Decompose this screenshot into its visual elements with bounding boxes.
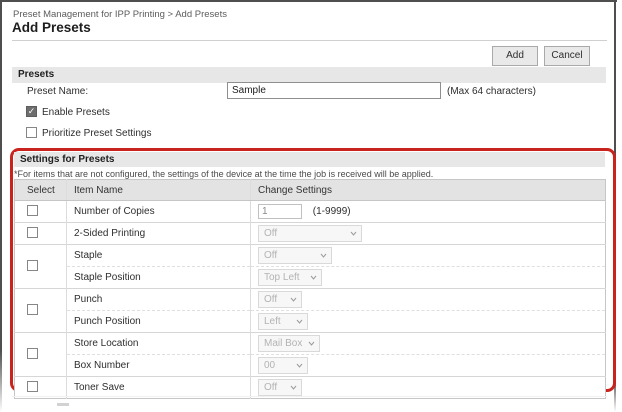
chevron-down-icon (296, 363, 303, 368)
settings-section-header: Settings for Presets (14, 152, 605, 167)
table-row: 2-Sided Printing Off (15, 223, 606, 245)
table-row: Punch Off (15, 289, 606, 311)
item-name-cell: Punch (67, 289, 251, 311)
title-divider (12, 40, 607, 41)
chevron-down-icon (350, 231, 357, 236)
staple-select[interactable]: Off (258, 247, 332, 264)
copies-range-hint: (1-9999) (313, 206, 351, 217)
two-sided-printing-select[interactable]: Off (258, 225, 362, 242)
item-name-cell: 2-Sided Printing (67, 223, 251, 245)
settings-table: Select Item Name Change Settings Number … (14, 179, 606, 399)
next-section-cutoff-fragment (57, 403, 69, 406)
table-row: Number of Copies (1-9999) (15, 201, 606, 223)
item-name-cell: Store Location (67, 333, 251, 355)
table-row: Staple Position Top Left (15, 267, 606, 289)
table-row: Box Number 00 (15, 355, 606, 377)
column-header-item-name: Item Name (67, 180, 251, 201)
preset-name-input[interactable] (227, 82, 441, 99)
chevron-down-icon (310, 275, 317, 280)
preset-name-label: Preset Name: (27, 86, 88, 97)
chevron-down-icon (296, 319, 303, 324)
prioritize-preset-settings-label: Prioritize Preset Settings (42, 128, 152, 139)
window-border-left (0, 0, 2, 412)
table-row: Punch Position Left (15, 311, 606, 333)
chevron-down-icon (308, 341, 315, 346)
next-section-cutoff-divider (12, 396, 607, 397)
row-select-checkbox[interactable] (27, 205, 38, 216)
row-select-checkbox[interactable] (27, 260, 38, 271)
item-name-cell: Number of Copies (67, 201, 251, 223)
table-row: Staple Off (15, 245, 606, 267)
window-border-right (614, 0, 616, 412)
table-row: Store Location Mail Box (15, 333, 606, 355)
presets-section-header: Presets (12, 67, 606, 83)
settings-note: *For items that are not configured, the … (14, 169, 433, 179)
cancel-button[interactable]: Cancel (544, 46, 590, 66)
breadcrumb[interactable]: Preset Management for IPP Printing > Add… (13, 9, 227, 20)
toner-save-select[interactable]: Off (258, 379, 302, 396)
table-header-row: Select Item Name Change Settings (15, 180, 606, 201)
column-header-change-settings: Change Settings (251, 180, 606, 201)
browser-page: Preset Management for IPP Printing > Add… (0, 0, 622, 412)
enable-presets-checkbox[interactable]: ✓ (26, 106, 37, 117)
enable-presets-label: Enable Presets (42, 107, 110, 118)
prioritize-preset-settings-checkbox[interactable] (26, 127, 37, 138)
row-select-checkbox[interactable] (27, 348, 38, 359)
item-name-cell: Punch Position (67, 311, 251, 333)
row-select-checkbox[interactable] (27, 227, 38, 238)
row-select-checkbox[interactable] (27, 304, 38, 315)
item-name-cell: Box Number (67, 355, 251, 377)
item-name-cell: Staple Position (67, 267, 251, 289)
number-of-copies-input[interactable] (258, 204, 302, 219)
punch-select[interactable]: Off (258, 291, 302, 308)
window-border-top (0, 0, 617, 2)
row-select-checkbox[interactable] (27, 381, 38, 392)
column-header-select: Select (15, 180, 67, 201)
item-name-cell: Staple (67, 245, 251, 267)
chevron-down-icon (320, 253, 327, 258)
staple-position-select[interactable]: Top Left (258, 269, 322, 286)
preset-name-hint: (Max 64 characters) (447, 86, 536, 97)
chevron-down-icon (290, 297, 297, 302)
page-title: Add Presets (12, 20, 91, 35)
add-button[interactable]: Add (492, 46, 538, 66)
punch-position-select[interactable]: Left (258, 313, 308, 330)
chevron-down-icon (290, 385, 297, 390)
store-location-select[interactable]: Mail Box (258, 335, 320, 352)
box-number-select[interactable]: 00 (258, 357, 308, 374)
